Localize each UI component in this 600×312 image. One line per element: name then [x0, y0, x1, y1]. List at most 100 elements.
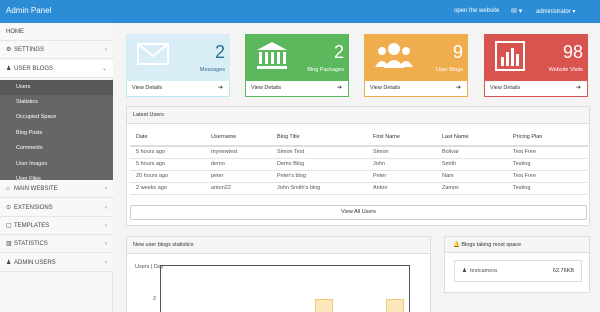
sidebar-item-settings[interactable]: ⚙ SETTINGS ‹ — [0, 41, 113, 59]
submenu-item-users[interactable]: Users — [0, 80, 113, 95]
sidebar-item-main-website[interactable]: ⌂ MAIN WEBSITE ‹ — [0, 180, 113, 198]
messages-card: 2 Messages View Details ➔ — [126, 34, 230, 97]
row-divider — [130, 194, 588, 195]
sidebar-item-label: MAIN WEBSITE — [14, 186, 58, 192]
submenu-item-comments[interactable]: Comments — [0, 141, 113, 156]
column-header: First Name — [373, 134, 400, 140]
view-details-label: View Details — [370, 85, 401, 91]
submenu-label: Blog Posts — [16, 130, 43, 136]
sidebar-item-admin-users[interactable]: ♟ ADMIN USERS ‹ — [0, 254, 113, 272]
table-cell: Test Free — [513, 149, 536, 155]
chevron-left-icon: ‹ — [105, 241, 107, 247]
user-blogs-card: 9 User Blogs View Details ➔ — [364, 34, 468, 97]
chevron-left-icon: ‹ — [105, 260, 107, 266]
blog-packages-caption: Blog Packages — [307, 67, 344, 73]
list-group: ♟ testcamera 62.76KB — [454, 260, 582, 282]
column-header: Date — [136, 134, 148, 140]
templates-icon: ▢ — [6, 223, 12, 229]
user-menu[interactable]: administrator ▾ — [536, 8, 575, 15]
users-group-icon — [375, 43, 413, 68]
arrow-circle-right-icon: ➔ — [455, 85, 461, 91]
envelope-icon[interactable]: ✉ ▾ — [511, 7, 522, 15]
panel-title: Blogs taking most space — [461, 242, 522, 248]
column-header: Blog Title — [277, 134, 300, 140]
sidebar-item-label: STATISTICS — [14, 241, 48, 247]
chart-y-tick: 2 — [153, 296, 157, 302]
view-details-link[interactable]: View Details ➔ — [484, 81, 588, 97]
table-cell: Smith — [442, 161, 457, 167]
chart-bar — [386, 299, 404, 312]
row-divider — [130, 182, 588, 183]
view-details-link[interactable]: View Details ➔ — [364, 81, 468, 97]
sidebar-item-statistics[interactable]: ▥ STATISTICS ‹ — [0, 235, 113, 253]
table-cell: 20 hours ago — [136, 173, 169, 179]
user-blogs-count: 9 — [452, 42, 463, 62]
view-all-users-button[interactable]: View All Users — [130, 205, 587, 220]
latest-users-panel: Latest Users Date Username Blog Title Fi… — [126, 106, 590, 226]
card-top: 2 Blog Packages — [245, 34, 349, 81]
header-divider — [130, 145, 588, 147]
table-cell: demo — [211, 161, 225, 167]
sidebar-item-extensions[interactable]: ⊙ EXTENSIONS ‹ — [0, 199, 113, 217]
row-divider — [130, 158, 588, 159]
table-cell: Nam — [442, 173, 454, 179]
top-navbar: Admin Panel open the website ✉ ▾ adminis… — [0, 0, 600, 23]
panel-header: 🔔 Blogs taking most space — [445, 237, 589, 253]
table-cell: Testing — [513, 161, 531, 167]
blog-packages-count: 2 — [333, 42, 344, 62]
blog-packages-card: 2 Blog Packages View Details ➔ — [245, 34, 349, 97]
view-details-label: View Details — [490, 85, 521, 91]
website-visits-card: 98 Website Visits View Details ➔ — [484, 34, 588, 97]
sidebar-item-label: USER BLOGS — [14, 66, 54, 72]
sidebar-item-user-blogs[interactable]: ♟ USER BLOGS ⌄ — [0, 60, 113, 78]
column-header: Last Name — [442, 134, 469, 140]
users-icon: ♟ — [6, 66, 12, 72]
submenu-label: User Images — [16, 161, 48, 167]
blog-space-size: 62.76KB — [552, 268, 574, 274]
table-cell: Anton — [373, 185, 388, 191]
envelope-icon — [137, 43, 169, 65]
bell-icon: 🔔 — [453, 242, 460, 248]
sidebar-item-label: HOME — [6, 29, 24, 35]
table-cell: Demo Blog — [277, 161, 305, 167]
view-details-link[interactable]: View Details ➔ — [126, 81, 230, 97]
table-cell: 2 weeks ago — [136, 185, 167, 191]
submenu-label: Comments — [16, 145, 43, 151]
arrow-circle-right-icon: ➔ — [217, 85, 223, 91]
arrow-circle-right-icon: ➔ — [336, 85, 342, 91]
bar-chart-icon — [495, 41, 525, 71]
submenu-item-statistics[interactable]: Statistics — [0, 95, 113, 110]
chevron-left-icon: ‹ — [105, 47, 107, 53]
settings-icon: ⚙ — [6, 47, 12, 53]
blogs-most-space-panel: 🔔 Blogs taking most space ♟ testcamera 6… — [444, 236, 590, 293]
bar-chart-icon: ▥ — [6, 241, 12, 247]
column-header: Pricing Plan — [513, 134, 543, 140]
submenu-item-occupied-space[interactable]: Occupied Space — [0, 110, 113, 125]
user-blogs-submenu: Users Statistics Occupied Space Blog Pos… — [0, 80, 113, 188]
sidebar-item-label: TEMPLATES — [14, 223, 50, 229]
submenu-item-user-images[interactable]: User Images — [0, 157, 113, 172]
submenu-label: Users — [16, 84, 31, 90]
open-website-link[interactable]: open the website — [454, 8, 499, 14]
table-cell: Simon Test — [277, 149, 305, 155]
table-cell: 5 hours ago — [136, 161, 166, 167]
submenu-item-blog-posts[interactable]: Blog Posts — [0, 126, 113, 141]
brand-title[interactable]: Admin Panel — [6, 6, 51, 15]
view-details-label: View Details — [251, 85, 282, 91]
table-cell: John Smith's blog — [277, 185, 321, 191]
card-top: 98 Website Visits — [484, 34, 588, 81]
table-cell: Test Free — [513, 173, 536, 179]
view-details-link[interactable]: View Details ➔ — [245, 81, 349, 97]
table-cell: Peter's blog — [277, 173, 306, 179]
table-cell: peter — [211, 173, 224, 179]
sidebar-item-label: EXTENSIONS — [14, 205, 53, 211]
sidebar-item-label: ADMIN USERS — [14, 260, 56, 266]
submenu-label: Occupied Space — [16, 114, 57, 120]
table-cell: John — [373, 161, 385, 167]
table-cell: mynewtest — [211, 149, 238, 155]
messages-count: 2 — [214, 42, 225, 62]
sidebar-item-templates[interactable]: ▢ TEMPLATES ‹ — [0, 217, 113, 235]
sidebar-item-home[interactable]: HOME — [0, 23, 113, 41]
chevron-down-icon: ⌄ — [101, 66, 107, 72]
blog-user-name[interactable]: testcamera — [470, 268, 497, 274]
